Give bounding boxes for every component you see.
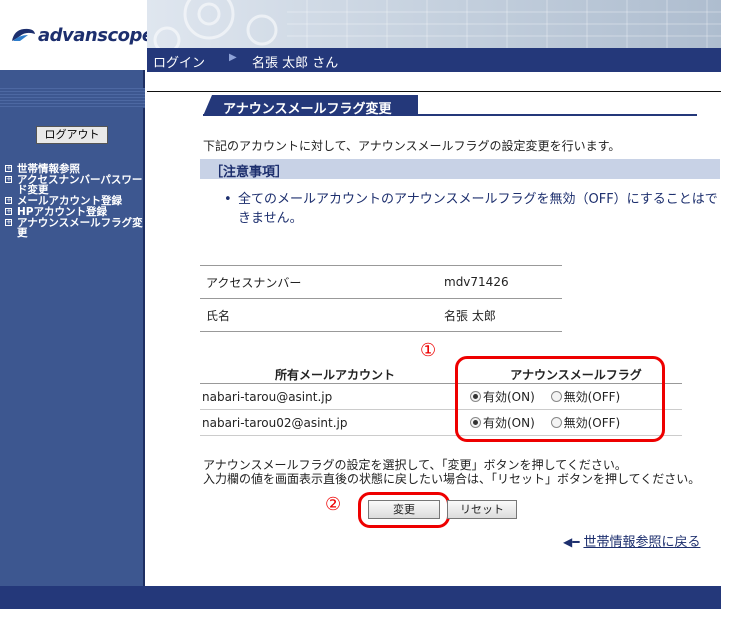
table-row: 氏名 名張 太郎 (200, 298, 562, 332)
help-text: アナウンスメールフラグの設定を選択して、「変更」ボタンを押してください。 入力欄… (203, 458, 700, 486)
login-label: ログイン (153, 56, 206, 71)
gear-decoration-icon (153, 0, 721, 48)
menu-bullet-icon: + (5, 207, 12, 215)
account-address: nabari-tarou02@asint.jp (200, 409, 470, 436)
section-title-tab: アナウンスメールフラグ変更 (203, 95, 418, 116)
annotation-2: ② (325, 494, 342, 515)
account-address: nabari-tarou@asint.jp (200, 383, 470, 410)
intro-text: 下記のアカウントに対して、アナウンスメールフラグの設定変更を行います。 (203, 139, 621, 153)
back-link-label: 世帯情報参照に戻る (583, 535, 701, 550)
sidebar-item-label: アクセスナンバーパスワード変更 (17, 174, 143, 196)
menu-bullet-icon: + (5, 164, 12, 172)
separator-arrow-icon: ▶ (229, 52, 237, 63)
header-banner (147, 0, 721, 48)
notice-heading-bar: ［注意事項］ (200, 159, 720, 180)
back-arrow-icon: ◀━ (563, 535, 580, 549)
menu-bullet-icon: + (5, 218, 12, 226)
info-value: mdv71426 (444, 265, 562, 299)
logo-area: advanscope (0, 0, 154, 70)
footer-bar (0, 586, 721, 609)
column-header-account: 所有メールアカウント (200, 366, 470, 384)
info-label: 氏名 (200, 298, 444, 332)
user-bar: ログイン ▶ 名張 太郎 さん (147, 48, 721, 72)
info-value: 名張 太郎 (444, 298, 562, 332)
sidebar-item-household-info[interactable]: + 世帯情報参照 (5, 164, 143, 174)
notice-item: • 全てのメールアカウントのアナウンスメールフラグを無効（OFF）にすることはで… (224, 190, 720, 228)
menu-bullet-icon: + (5, 175, 12, 183)
bullet-icon: • (224, 192, 232, 207)
help-line-2: 入力欄の値を画面表示直後の状態に戻したい場合は、「リセット」ボタンを押してくださ… (203, 472, 701, 486)
back-link[interactable]: ◀━ 世帯情報参照に戻る (563, 531, 700, 550)
sidebar: ログアウト + 世帯情報参照 + アクセスナンバーパスワード変更 + メールアカウント… (0, 70, 145, 586)
header-divider (147, 72, 721, 92)
notice-heading: ［注意事項］ (210, 165, 289, 180)
account-info-table: アクセスナンバー mdv71426 氏名 名張 太郎 (200, 265, 562, 332)
sidebar-stripes (0, 88, 145, 108)
logout-button[interactable]: ログアウト (36, 126, 108, 144)
section-title-bar: アナウンスメールフラグ変更 (203, 95, 697, 116)
logo-text: advanscope (38, 25, 154, 46)
advanscope-logo-icon (12, 28, 35, 41)
sidebar-menu: + 世帯情報参照 + アクセスナンバーパスワード変更 + メールアカウント登録 + HP… (5, 164, 143, 239)
flag-highlight-box (455, 356, 665, 442)
notice-text: 全てのメールアカウントのアナウンスメールフラグを無効（OFF）にすることはできま… (238, 192, 718, 226)
sidebar-item-label: アナウンスメールフラグ変更 (17, 217, 143, 239)
help-line-1: アナウンスメールフラグの設定を選択して、「変更」ボタンを押してください。 (203, 458, 627, 472)
table-row: アクセスナンバー mdv71426 (200, 265, 562, 299)
annotation-1: ① (420, 340, 437, 361)
user-name: 名張 太郎 さん (252, 56, 339, 71)
menu-bullet-icon: + (5, 196, 12, 204)
sidebar-item-access-password[interactable]: + アクセスナンバーパスワード変更 (5, 175, 143, 195)
page-title: アナウンスメールフラグ変更 (223, 102, 392, 117)
info-label: アクセスナンバー (200, 265, 444, 299)
reset-button[interactable]: リセット (447, 500, 517, 519)
sidebar-item-announce-flag[interactable]: + アナウンスメールフラグ変更 (5, 218, 143, 238)
change-button[interactable]: 変更 (368, 500, 440, 519)
sidebar-item-hp-account[interactable]: + HPアカウント登録 (5, 207, 143, 217)
sidebar-item-mail-account[interactable]: + メールアカウント登録 (5, 196, 143, 206)
